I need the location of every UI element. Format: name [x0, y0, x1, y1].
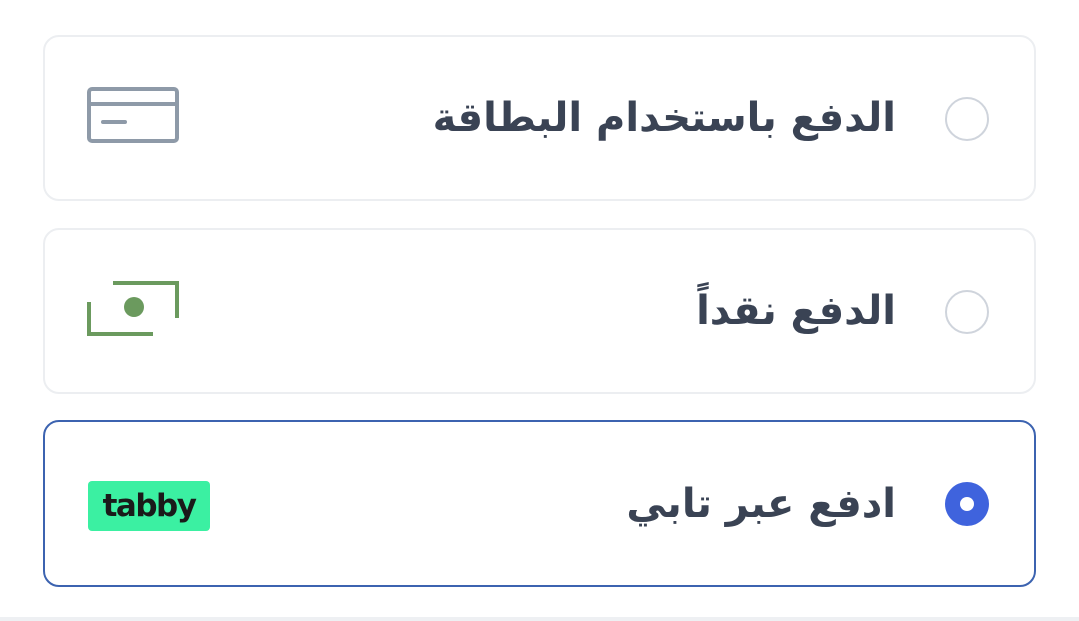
payment-option-cash-label: الدفع نقداً	[696, 288, 896, 334]
credit-card-icon	[87, 87, 179, 149]
radio-tabby[interactable]	[945, 482, 989, 526]
cash-icon	[87, 280, 179, 342]
tabby-logo: tabby	[88, 481, 210, 531]
payment-option-card[interactable]: الدفع باستخدام البطاقة	[43, 35, 1036, 201]
payment-method-page: الدفع باستخدام البطاقة الدفع نقداً ادفع …	[0, 0, 1079, 621]
radio-card[interactable]	[945, 97, 989, 141]
bottom-divider	[0, 617, 1079, 621]
radio-cash[interactable]	[945, 290, 989, 334]
tabby-logo-text: tabby	[102, 487, 197, 524]
payment-option-card-label: الدفع باستخدام البطاقة	[432, 95, 896, 141]
payment-option-tabby-label: ادفع عبر تابي	[626, 480, 896, 527]
payment-option-cash[interactable]: الدفع نقداً	[43, 228, 1036, 394]
payment-option-tabby[interactable]: ادفع عبر تابي tabby	[43, 420, 1036, 587]
